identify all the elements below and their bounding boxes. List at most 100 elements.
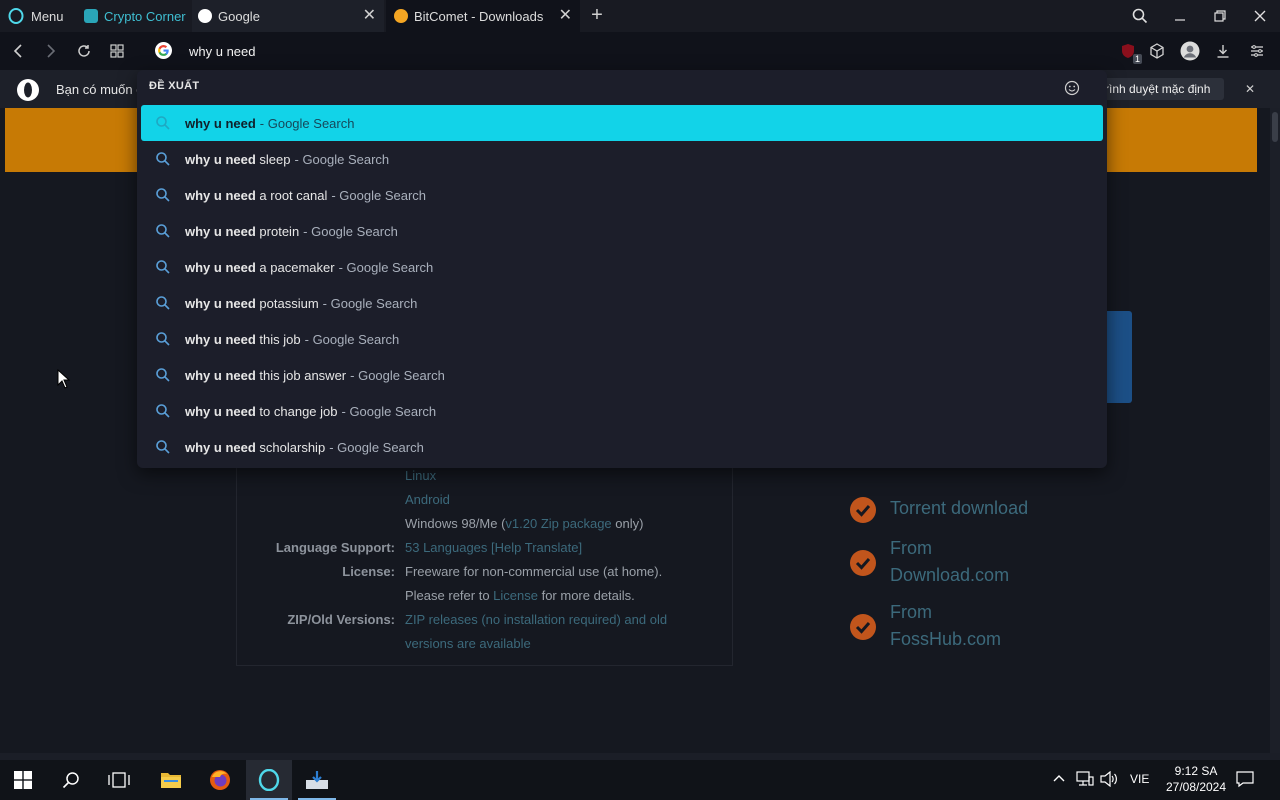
opera-menu-button[interactable]: Menu (8, 0, 80, 32)
license-line2-prefix: Please refer to (405, 588, 494, 603)
tab-label: BitComet - Downloads (414, 8, 544, 24)
network-icon[interactable] (1076, 771, 1096, 789)
tab-crypto-corner[interactable]: Crypto Corner (84, 0, 190, 32)
download-button-edge[interactable] (1104, 311, 1132, 403)
search-icon (156, 368, 170, 382)
suggestion-completion: scholarship (259, 439, 326, 455)
languages-link[interactable]: 53 Languages (405, 540, 487, 555)
suggestion-query: why u need (185, 187, 256, 203)
help-translate-link[interactable]: [Help Translate] (491, 540, 582, 555)
extensions-cube-icon[interactable] (1141, 32, 1173, 70)
search-icon (156, 260, 170, 274)
reload-button[interactable] (69, 32, 99, 70)
search-icon (156, 116, 170, 130)
search-suggestions-dropdown: ĐỀ XUẤT why u need - Google Search why u … (137, 70, 1107, 468)
close-tab-icon[interactable]: ✕ (363, 8, 376, 24)
suggestion-query: why u need (185, 439, 256, 455)
suggestion-source: - Google Search (329, 439, 424, 455)
new-tab-button[interactable]: + (586, 4, 608, 26)
license-link[interactable]: License (493, 588, 538, 603)
suggestion-item[interactable]: why u need scholarship - Google Search (141, 429, 1103, 465)
bitcomet-taskbar-icon[interactable] (294, 760, 340, 800)
close-window-button[interactable] (1240, 0, 1280, 32)
suggestion-query: why u need (185, 151, 256, 167)
set-default-browser-button[interactable]: rình duyệt mặc định (1097, 78, 1224, 100)
suggestion-completion: this job (259, 331, 301, 347)
address-bar-input[interactable] (185, 41, 885, 61)
win98-prefix: Windows 98/Me ( (405, 516, 506, 531)
download-com-link-line2[interactable]: Download.com (890, 565, 1009, 586)
suggestion-item[interactable]: why u need a root canal - Google Search (141, 177, 1103, 213)
input-language-indicator[interactable]: VIE (1130, 772, 1149, 786)
tab-search-icon[interactable] (1120, 0, 1160, 32)
zip-releases-link[interactable]: ZIP releases (no installation required) … (405, 612, 667, 627)
tab-google[interactable]: Google ✕ (192, 0, 384, 32)
show-hidden-icons-chevron-icon[interactable] (1052, 772, 1070, 788)
suggestion-query: why u need (185, 259, 256, 275)
os-android-link[interactable]: Android (405, 492, 450, 507)
task-view-icon[interactable] (96, 760, 142, 800)
search-icon (156, 188, 170, 202)
opera-taskbar-icon[interactable] (246, 760, 292, 800)
suggestion-source: - Google Search (341, 403, 437, 419)
fosshub-link-line2[interactable]: FossHub.com (890, 629, 1001, 650)
suggestion-item[interactable]: why u need a pacemaker - Google Search (141, 249, 1103, 285)
close-infobar-icon[interactable]: ✕ (1240, 79, 1260, 99)
opera-logo-icon (8, 8, 24, 24)
license-text: Freeware for non-commercial use (at home… (405, 564, 663, 579)
suggestion-source: - Google Search (294, 151, 390, 167)
clock-date: 27/08/2024 (1165, 780, 1227, 794)
suggestion-item[interactable]: why u need sleep - Google Search (141, 141, 1103, 177)
suggestion-item[interactable]: why u need this job answer - Google Searc… (141, 357, 1103, 393)
firefox-icon[interactable] (197, 760, 243, 800)
win98-line: Windows 98/Me (v1.20 Zip package only) (405, 516, 643, 531)
ublock-origin-extension-icon[interactable]: 1 (1112, 32, 1144, 70)
windows-start-icon[interactable] (0, 760, 46, 800)
suggestion-query: why u need (185, 295, 256, 311)
downloads-icon[interactable] (1207, 32, 1239, 70)
tab-label: Crypto Corner (104, 8, 186, 24)
easy-setup-menu-icon[interactable] (1241, 32, 1273, 70)
suggestion-source: - Google Search (331, 187, 427, 203)
file-explorer-icon[interactable] (148, 760, 194, 800)
suggestion-item[interactable]: why u need - Google Search (141, 105, 1103, 141)
back-button[interactable] (3, 32, 33, 70)
suggestion-query: why u need (185, 115, 256, 131)
suggestion-source: - Google Search (350, 367, 445, 383)
suggestion-completion: to change job (259, 403, 338, 419)
forward-button[interactable] (36, 32, 66, 70)
tab-bitcomet-downloads[interactable]: BitComet - Downloads ✕ (386, 0, 580, 32)
orange-check-icon (850, 550, 876, 576)
suggestion-completion: a root canal (259, 187, 328, 203)
notification-center-icon[interactable] (1236, 770, 1258, 790)
google-search-engine-icon (155, 42, 172, 59)
win98-suffix: only) (611, 516, 644, 531)
restore-button[interactable] (1200, 0, 1240, 32)
speed-dial-grid-icon[interactable] (102, 32, 132, 70)
page-scrollbar[interactable] (1270, 108, 1280, 753)
minimize-button[interactable] (1160, 0, 1200, 32)
suggestion-item[interactable]: why u need to change job - Google Search (141, 393, 1103, 429)
suggestion-item[interactable]: why u need this job - Google Search (141, 321, 1103, 357)
suggestion-source: - Google Search (259, 115, 355, 131)
os-linux-link[interactable]: Linux (405, 468, 436, 483)
profile-avatar[interactable] (1174, 32, 1206, 70)
search-icon (156, 404, 170, 418)
infobar-text: Bạn có muốn đ (56, 82, 144, 97)
suggestion-item[interactable]: why u need protein - Google Search (141, 213, 1103, 249)
win98-zip-link[interactable]: v1.20 Zip package (505, 516, 611, 531)
volume-icon[interactable] (1100, 770, 1120, 789)
scrollbar-thumb[interactable] (1272, 112, 1278, 142)
taskbar-search-icon[interactable] (48, 760, 94, 800)
mouse-cursor-icon (57, 369, 71, 389)
taskbar-clock[interactable]: 9:12 SA 27/08/2024 (1158, 763, 1234, 797)
close-tab-icon[interactable]: ✕ (559, 8, 572, 24)
download-com-link-line1[interactable]: From (890, 538, 932, 559)
zip-releases-link-cont[interactable]: versions are available (405, 636, 531, 651)
torrent-download-link[interactable]: Torrent download (890, 498, 1028, 519)
google-favicon-icon (198, 9, 212, 23)
bitcomet-favicon-icon (394, 9, 408, 23)
fosshub-link-line1[interactable]: From (890, 602, 932, 623)
suggestions-feedback-smiley-icon[interactable] (1064, 80, 1082, 98)
suggestion-item[interactable]: why u need potassium - Google Search (141, 285, 1103, 321)
